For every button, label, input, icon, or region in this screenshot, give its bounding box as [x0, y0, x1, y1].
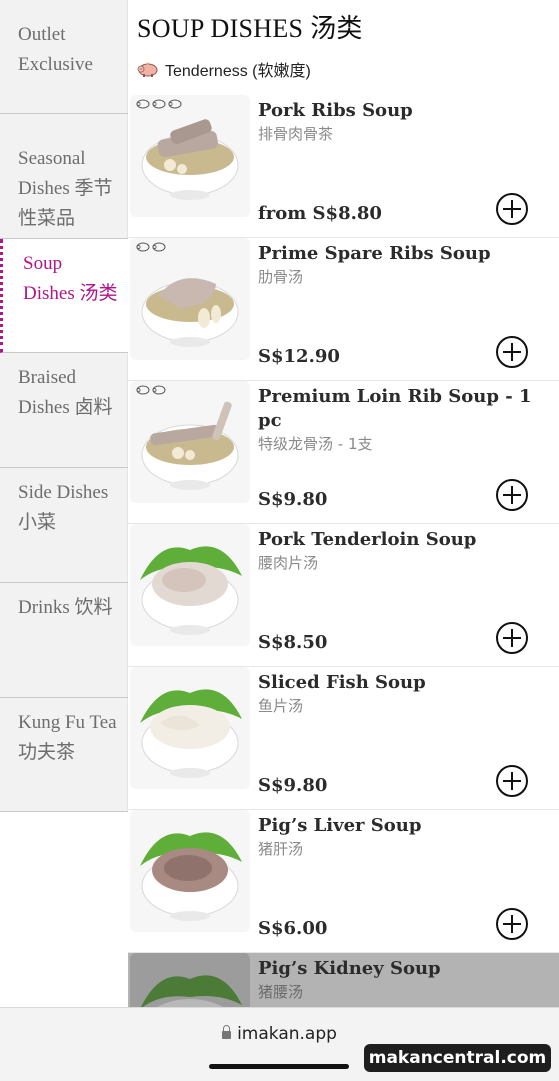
dish-chinese-name: 肋骨汤 [258, 268, 304, 286]
dish-chinese-name: 鱼片汤 [258, 697, 304, 715]
category-drinks[interactable]: Drinks 饮料 [0, 583, 128, 698]
watermark: makancentral.com [364, 1044, 551, 1072]
pig-icon [168, 99, 182, 109]
dish-chinese-name: 猪肝汤 [258, 840, 304, 858]
dish-photo [130, 381, 250, 503]
tenderness-rating [136, 242, 166, 252]
pig-icon [137, 62, 158, 77]
tenderness-rating [136, 385, 166, 395]
menu-item-sliced-fish-soup[interactable]: Sliced Fish Soup 鱼片汤 S$9.80 [128, 667, 559, 810]
dish-photo [130, 667, 250, 789]
dish-price: S$9.80 [258, 489, 328, 510]
category-outlet-exclusive[interactable]: Outlet Exclusive [0, 0, 128, 114]
dish-chinese-name: 腰肉片汤 [258, 554, 319, 572]
category-soup-dishes[interactable]: Soup Dishes 汤类 [0, 239, 128, 353]
category-seasonal-dishes[interactable]: Seasonal Dishes 季节性菜品 [0, 124, 128, 239]
dish-name: Sliced Fish Soup [258, 672, 426, 693]
home-indicator[interactable] [209, 1064, 349, 1069]
dish-chinese-name: 特级龙骨汤 - 1支 [258, 435, 373, 453]
dish-photo [130, 953, 250, 1007]
category-label: Soup Dishes 汤类 [23, 253, 118, 304]
pig-icon [152, 242, 166, 252]
url-text: imakan.app [237, 1024, 337, 1044]
dish-name: Pig’s Liver Soup [258, 815, 422, 836]
menu-section: SOUP DISHES 汤类 Tenderness (软嫩度) Pork Rib… [128, 0, 559, 1007]
menu-item-pigs-liver-soup[interactable]: Pig’s Liver Soup 猪肝汤 S$6.00 [128, 810, 559, 953]
category-label: Kung Fu Tea 功夫茶 [18, 712, 117, 763]
category-label: Seasonal Dishes 季节性菜品 [18, 148, 113, 229]
category-kung-fu-tea[interactable]: Kung Fu Tea 功夫茶 [0, 698, 128, 812]
add-to-cart-button[interactable] [496, 622, 528, 654]
tenderness-legend: Tenderness (软嫩度) [137, 56, 311, 82]
dish-price: S$6.00 [258, 918, 328, 939]
pig-icon [152, 99, 166, 109]
url-display[interactable]: imakan.app [0, 1024, 559, 1044]
dish-price: S$12.90 [258, 346, 340, 367]
pig-icon [136, 385, 150, 395]
category-label: Side Dishes 小菜 [18, 482, 109, 533]
add-to-cart-button[interactable] [496, 336, 528, 368]
dish-chinese-name: 排骨肉骨茶 [258, 125, 334, 143]
dish-photo [130, 524, 250, 646]
menu-item-pigs-kidney-soup[interactable]: Pig’s Kidney Soup 猪腰汤 [128, 953, 559, 1007]
pig-icon [152, 385, 166, 395]
dish-photo [130, 95, 250, 217]
category-label: Outlet Exclusive [18, 24, 93, 75]
dish-name: Pork Ribs Soup [258, 100, 413, 121]
dish-chinese-name: 猪腰汤 [258, 983, 304, 1001]
lock-icon [222, 1025, 232, 1039]
dish-photo [130, 810, 250, 932]
sidebar-empty-area [0, 812, 128, 1007]
dish-name: Premium Loin Rib Soup - 1 pc [258, 386, 532, 431]
category-sidebar: Outlet Exclusive Seasonal Dishes 季节性菜品 S… [0, 0, 128, 812]
category-side-dishes[interactable]: Side Dishes 小菜 [0, 468, 128, 583]
menu-item-pork-ribs-soup[interactable]: Pork Ribs Soup 排骨肉骨茶 from S$8.80 [128, 95, 559, 238]
add-to-cart-button[interactable] [496, 479, 528, 511]
dish-name: Prime Spare Ribs Soup [258, 243, 491, 264]
menu-item-premium-loin-rib-soup[interactable]: Premium Loin Rib Soup - 1 pc 特级龙骨汤 - 1支 … [128, 381, 559, 524]
dish-price: from S$8.80 [258, 203, 382, 224]
category-label: Braised Dishes 卤料 [18, 367, 113, 418]
dish-name: Pork Tenderloin Soup [258, 529, 477, 550]
pig-icon [136, 99, 150, 109]
add-to-cart-button[interactable] [496, 765, 528, 797]
dish-price: S$9.80 [258, 775, 328, 796]
category-label: Drinks 饮料 [18, 597, 113, 618]
pig-icon [136, 242, 150, 252]
dish-photo [130, 238, 250, 360]
menu-item-prime-spare-ribs-soup[interactable]: Prime Spare Ribs Soup 肋骨汤 S$12.90 [128, 238, 559, 381]
add-to-cart-button[interactable] [496, 908, 528, 940]
category-braised-dishes[interactable]: Braised Dishes 卤料 [0, 353, 128, 468]
add-to-cart-button[interactable] [496, 193, 528, 225]
page-title: SOUP DISHES 汤类 [137, 14, 363, 43]
legend-label: Tenderness (软嫩度) [165, 63, 311, 80]
menu-item-pork-tenderloin-soup[interactable]: Pork Tenderloin Soup 腰肉片汤 S$8.50 [128, 524, 559, 667]
tenderness-rating [136, 99, 182, 109]
dish-name: Pig’s Kidney Soup [258, 958, 441, 979]
dish-price: S$8.50 [258, 632, 328, 653]
